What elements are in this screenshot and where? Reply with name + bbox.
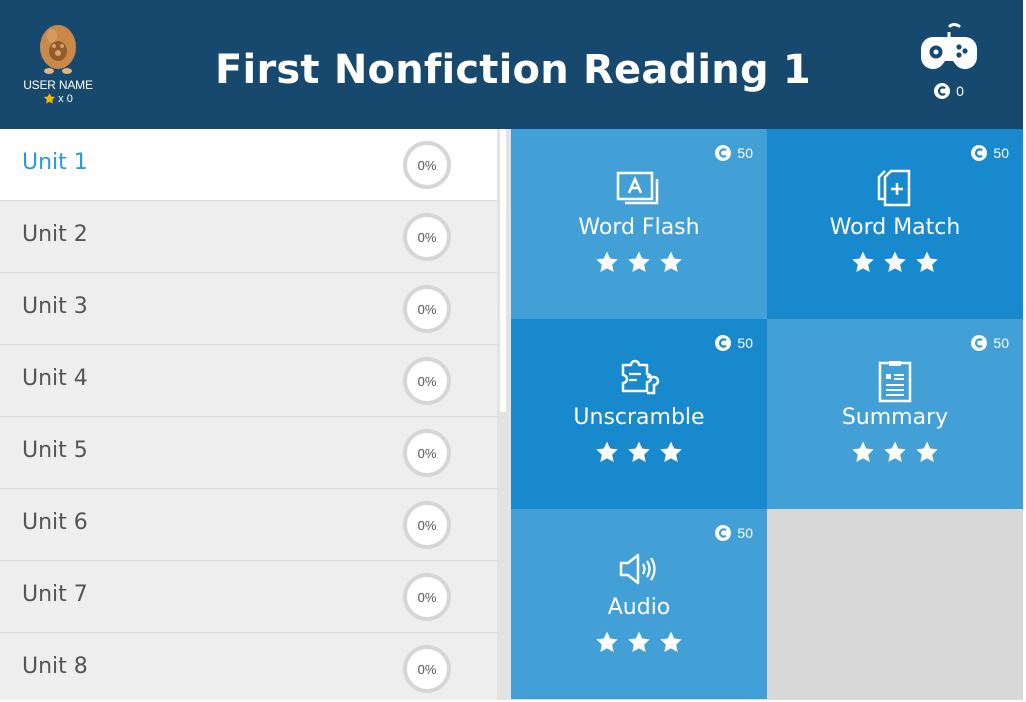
star-icon [596, 631, 618, 652]
star-icon [628, 441, 650, 462]
activity-word-match[interactable]: 50 Word Match [767, 129, 1023, 319]
unit-label: Unit 2 [22, 222, 88, 247]
gamepad-icon [920, 23, 978, 70]
game-coin-count: 0 [918, 83, 980, 99]
activity-stars [511, 250, 767, 275]
unit-label: Unit 4 [22, 366, 88, 391]
activity-stars [767, 440, 1023, 465]
star-icon [596, 441, 618, 462]
activity-unscramble[interactable]: 50 Unscramble [511, 319, 767, 509]
star-icon [916, 441, 938, 462]
unit-label: Unit 6 [22, 510, 88, 535]
coin-value: 50 [993, 145, 1009, 161]
puzzle-icon-wrap [511, 359, 767, 401]
star-icon [884, 441, 906, 462]
activity-label: Word Match [829, 215, 961, 240]
unit-label: Unit 1 [22, 150, 88, 175]
unit-progress-ring: 0% [403, 645, 451, 693]
flashcard-icon [616, 171, 659, 205]
unit-item-7[interactable]: Unit 7 0% [0, 561, 497, 633]
unit-item-6[interactable]: Unit 6 0% [0, 489, 497, 561]
document-icon-wrap [767, 359, 1023, 403]
unit-progress-ring: 0% [403, 429, 451, 477]
activity-label: Summary [841, 405, 949, 430]
activity-coin-reward: 50 [971, 145, 1009, 161]
unit-item-4[interactable]: Unit 4 0% [0, 345, 497, 417]
coin-icon [715, 335, 732, 351]
unit-progress-ring: 0% [403, 573, 451, 621]
coin-value: 50 [737, 145, 753, 161]
unit-progress-ring: 0% [403, 357, 451, 405]
activity-coin-reward: 50 [971, 335, 1009, 351]
page-title: First Nonfiction Reading 1 [215, 47, 811, 93]
app-header: USER NAME x 0 First Nonfiction Reading 1… [0, 0, 1026, 129]
star-icon [628, 251, 650, 272]
game-coin-label: 0 [956, 83, 964, 99]
coin-icon [971, 335, 988, 351]
activity-coin-reward: 50 [715, 525, 753, 541]
unit-item-5[interactable]: Unit 5 0% [0, 417, 497, 489]
star-icon [852, 441, 874, 462]
unit-progress-ring: 0% [403, 501, 451, 549]
activity-coin-reward: 50 [715, 145, 753, 161]
puzzle-icon [621, 359, 660, 395]
unit-label: Unit 5 [22, 438, 88, 463]
empty-tile [767, 509, 1023, 699]
document-icon [878, 361, 912, 403]
unit-label: Unit 8 [22, 654, 88, 679]
speaker-icon [619, 553, 656, 585]
scrollbar-thumb[interactable] [500, 129, 506, 412]
unit-item-8[interactable]: Unit 8 0% [0, 633, 497, 700]
star-icon [596, 251, 618, 272]
speaker-icon-wrap [511, 549, 767, 591]
coin-icon [715, 525, 732, 541]
activity-stars [511, 440, 767, 465]
activity-stars [767, 250, 1023, 275]
coin-icon [971, 145, 988, 161]
activity-word-flash[interactable]: 50 Word Flash [511, 129, 767, 319]
coin-icon [934, 83, 951, 99]
unit-list: Unit 1 0% Unit 2 0% Unit 3 0% Unit 4 0% … [0, 129, 497, 700]
activity-summary[interactable]: 50 Summary [767, 319, 1023, 509]
activity-label: Unscramble [573, 405, 705, 430]
unit-progress-ring: 0% [403, 141, 451, 189]
star-icon [660, 441, 682, 462]
star-icon [660, 631, 682, 652]
unit-item-2[interactable]: Unit 2 0% [0, 201, 497, 273]
unit-progress-ring: 0% [403, 213, 451, 261]
activity-label: Audio [607, 595, 671, 620]
activity-coin-reward: 50 [715, 335, 753, 351]
flashcard-icon-wrap [511, 169, 767, 211]
game-button[interactable]: 0 [918, 22, 980, 99]
unit-label: Unit 7 [22, 582, 88, 607]
unit-item-1[interactable]: Unit 1 0% [0, 129, 497, 201]
card-plus-icon [877, 169, 911, 207]
star-icon [884, 251, 906, 272]
coin-value: 50 [737, 525, 753, 541]
activity-stars [511, 630, 767, 655]
unit-progress-ring: 0% [403, 285, 451, 333]
coin-icon [715, 145, 732, 161]
activity-grid: 50 Word Flash 50 Word Match 50 Unscrambl… [511, 129, 1023, 700]
star-icon [660, 251, 682, 272]
activity-label: Word Flash [578, 215, 700, 240]
unit-item-3[interactable]: Unit 3 0% [0, 273, 497, 345]
star-icon [852, 251, 874, 272]
card-plus-icon-wrap [767, 169, 1023, 211]
star-icon [628, 631, 650, 652]
unit-label: Unit 3 [22, 294, 88, 319]
coin-value: 50 [993, 335, 1009, 351]
activity-audio[interactable]: 50 Audio [511, 509, 767, 699]
coin-value: 50 [737, 335, 753, 351]
star-icon [916, 251, 938, 272]
